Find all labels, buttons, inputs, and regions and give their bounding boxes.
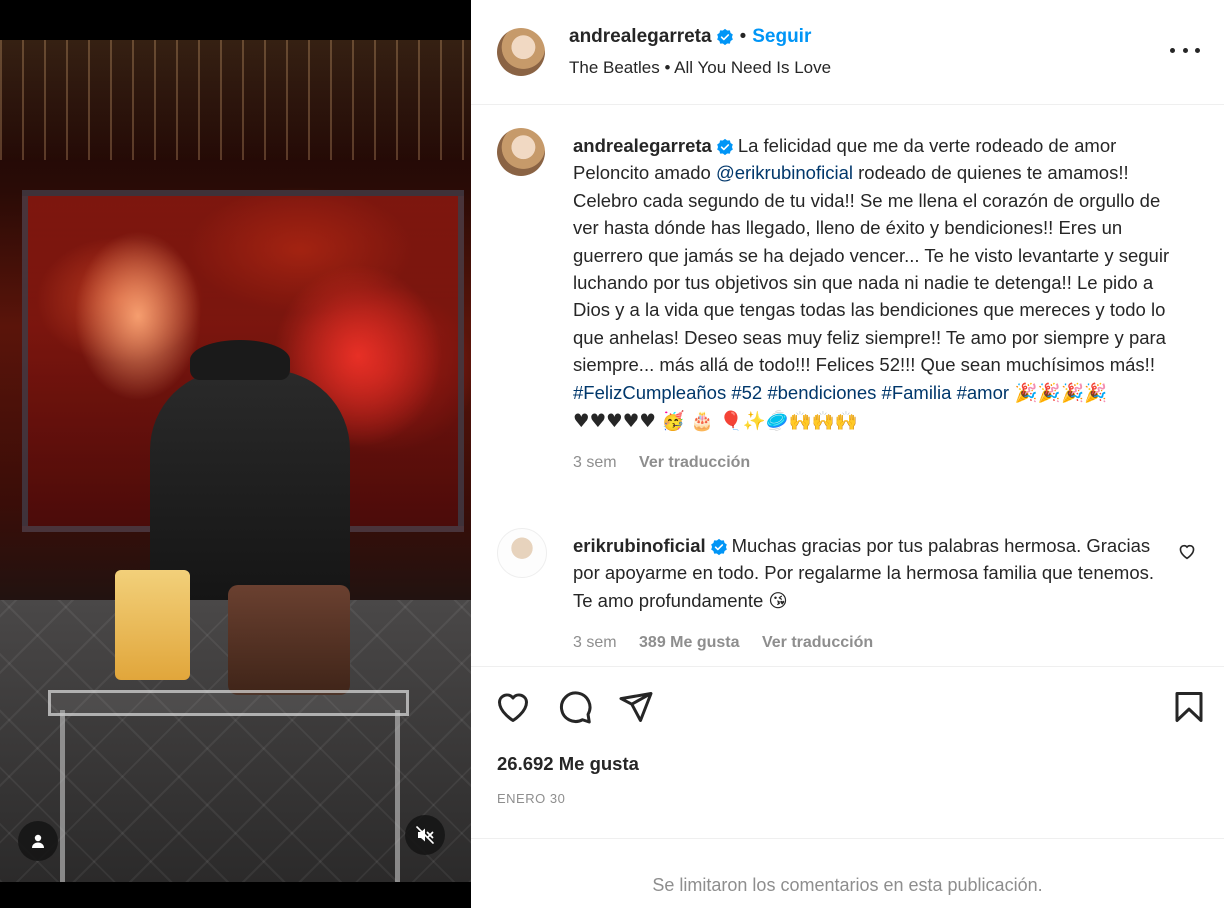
caption-time[interactable]: 3 sem — [573, 454, 617, 471]
author-line: andrealegarreta • Seguir — [569, 26, 811, 48]
like-count[interactable]: 26.692 Me gusta — [497, 753, 639, 775]
caption-meta: 3 sem Ver traducción — [573, 449, 1183, 476]
post-details-panel: andrealegarreta • Seguir The Beatles • All… — [471, 0, 1224, 908]
person-figure — [150, 370, 350, 600]
comment-emoji: 😘 — [768, 590, 788, 612]
mention-link[interactable]: @erikrubinoficial — [716, 162, 853, 183]
comment-translate-button[interactable]: Ver traducción — [762, 634, 873, 651]
comment-like-heart-icon[interactable] — [1177, 542, 1197, 560]
more-dot-icon — [1182, 47, 1188, 53]
comments-limited-text: Se limitaron los comentarios en esta pub… — [652, 875, 1043, 895]
comment-text: erikrubinoficial Muchas gracias por tus p… — [573, 532, 1163, 657]
post-actions: 26.692 Me gusta ENERO 30 — [471, 666, 1224, 867]
comment-bubble-icon[interactable] — [557, 689, 593, 725]
hashtag-links[interactable]: #FelizCumpleaños #52 #bendiciones #Famil… — [573, 382, 1009, 403]
verified-badge-icon — [716, 28, 733, 46]
video-frame[interactable] — [0, 40, 471, 882]
caption-username[interactable]: andrealegarreta — [573, 135, 712, 156]
verified-badge-icon — [710, 539, 727, 556]
stage-lights — [0, 40, 471, 160]
author-username[interactable]: andrealegarreta — [569, 26, 712, 47]
yellow-cake — [115, 570, 190, 680]
more-dot-icon — [1170, 47, 1175, 53]
mute-button[interactable] — [405, 815, 445, 855]
share-paper-plane-icon[interactable] — [618, 689, 654, 725]
follow-button[interactable]: Seguir — [752, 26, 811, 47]
post-header: andrealegarreta • Seguir The Beatles • All… — [471, 0, 1224, 105]
audio-link[interactable]: The Beatles • All You Need Is Love — [569, 58, 831, 78]
comment-time[interactable]: 3 sem — [573, 634, 617, 651]
person-hat — [190, 340, 290, 380]
caption-body-end: rodeado de quienes te amamos!! Celebro c… — [573, 162, 1170, 376]
caption-author-avatar[interactable] — [497, 128, 545, 176]
like-heart-icon[interactable] — [495, 689, 531, 725]
commenter-username[interactable]: erikrubinoficial — [573, 535, 706, 556]
chocolate-cake — [228, 585, 350, 695]
user-icon — [32, 834, 44, 848]
post-media[interactable] — [0, 0, 471, 908]
more-dot-icon — [1195, 47, 1200, 53]
speaker-muted-icon — [416, 826, 434, 844]
table-legs — [60, 710, 400, 882]
commenter-avatar[interactable] — [497, 528, 547, 578]
more-options-button[interactable] — [1170, 40, 1200, 60]
author-avatar[interactable] — [497, 28, 545, 76]
tagged-users-button[interactable] — [18, 821, 58, 861]
comment-meta: 3 sem 389 Me gusta Ver traducción — [573, 629, 1163, 656]
separator-dot: • — [739, 26, 747, 47]
post-date[interactable]: ENERO 30 — [497, 791, 565, 806]
caption-translate-button[interactable]: Ver traducción — [639, 454, 750, 471]
save-bookmark-icon[interactable] — [1171, 689, 1207, 725]
caption-text: andrealegarreta La felicidad que me da ve… — [573, 132, 1183, 477]
comment-likes[interactable]: 389 Me gusta — [639, 634, 739, 651]
verified-badge-icon — [716, 139, 733, 156]
comments-limited-notice: Se limitaron los comentarios en esta pub… — [471, 838, 1224, 909]
